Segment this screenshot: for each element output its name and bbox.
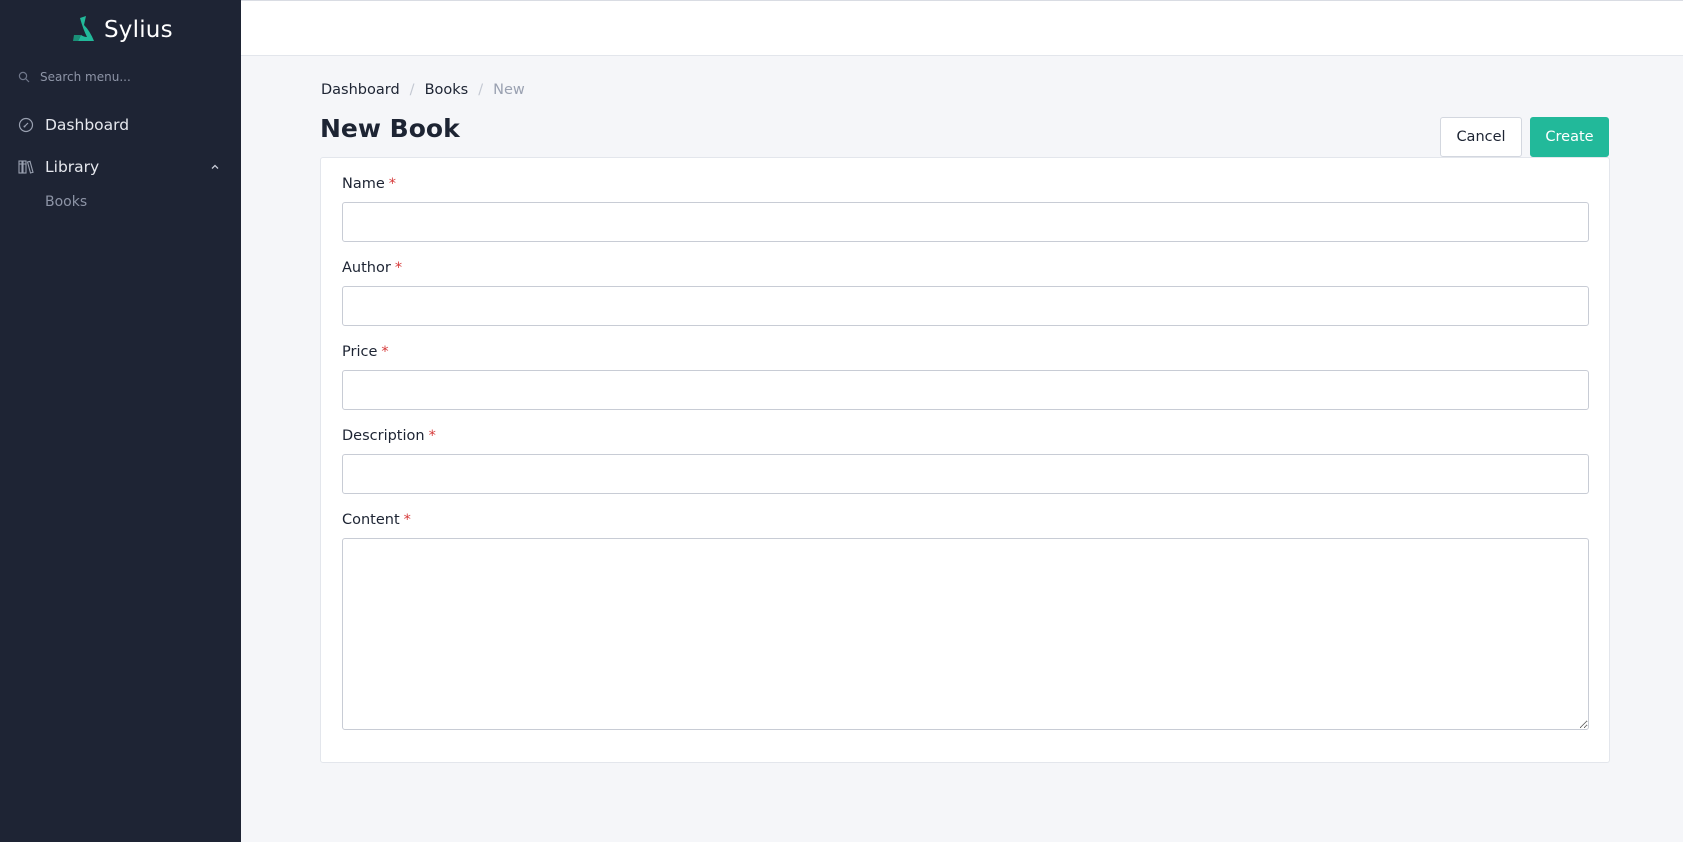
- content-textarea[interactable]: [342, 538, 1589, 730]
- description-label-text: Description: [342, 428, 425, 444]
- required-marker: *: [403, 512, 411, 528]
- content-label: Content *: [342, 512, 411, 528]
- sidebar-item-library[interactable]: Library: [18, 154, 228, 180]
- sidebar-item-label: Library: [45, 158, 100, 176]
- author-label-text: Author: [342, 260, 391, 276]
- content-label-text: Content: [342, 512, 400, 528]
- sylius-logo-icon: [73, 16, 94, 41]
- page-title: New Book: [320, 114, 460, 143]
- name-label: Name *: [342, 176, 396, 192]
- breadcrumb: Dashboard / Books / New: [321, 82, 525, 98]
- price-label: Price *: [342, 344, 389, 360]
- breadcrumb-current: New: [493, 82, 525, 98]
- required-marker: *: [388, 176, 397, 192]
- description-field[interactable]: [342, 454, 1589, 494]
- cancel-button[interactable]: Cancel: [1440, 117, 1522, 157]
- sidebar-item-books[interactable]: Books: [45, 194, 87, 210]
- gauge-icon: [18, 117, 34, 133]
- menu-search: [18, 66, 228, 88]
- books-icon: [18, 160, 34, 174]
- author-field[interactable]: [342, 286, 1589, 326]
- price-field[interactable]: [342, 370, 1589, 410]
- topbar: [241, 0, 1683, 56]
- name-label-text: Name: [342, 176, 385, 192]
- sidebar-item-dashboard[interactable]: Dashboard: [18, 112, 228, 138]
- menu-search-input[interactable]: [40, 70, 220, 84]
- required-marker: *: [381, 344, 389, 360]
- breadcrumb-books[interactable]: Books: [425, 82, 469, 98]
- sidebar: Sylius Dashboard Library Books: [0, 0, 241, 842]
- breadcrumb-dashboard[interactable]: Dashboard: [321, 82, 400, 98]
- price-label-text: Price: [342, 344, 378, 360]
- book-form: Name * Author * Price * Description * Conten…: [320, 157, 1610, 763]
- breadcrumb-separator: /: [478, 82, 484, 98]
- required-marker: *: [394, 260, 403, 276]
- search-icon: [18, 71, 30, 83]
- description-label: Description *: [342, 428, 436, 444]
- name-field[interactable]: [342, 202, 1589, 242]
- brand-name: Sylius: [104, 17, 173, 43]
- sidebar-item-label: Dashboard: [45, 116, 130, 134]
- create-button[interactable]: Create: [1530, 117, 1609, 157]
- brand[interactable]: Sylius: [72, 14, 173, 46]
- author-label: Author *: [342, 260, 402, 276]
- chevron-up-icon: [211, 164, 219, 169]
- required-marker: *: [428, 428, 436, 444]
- breadcrumb-separator: /: [409, 82, 415, 98]
